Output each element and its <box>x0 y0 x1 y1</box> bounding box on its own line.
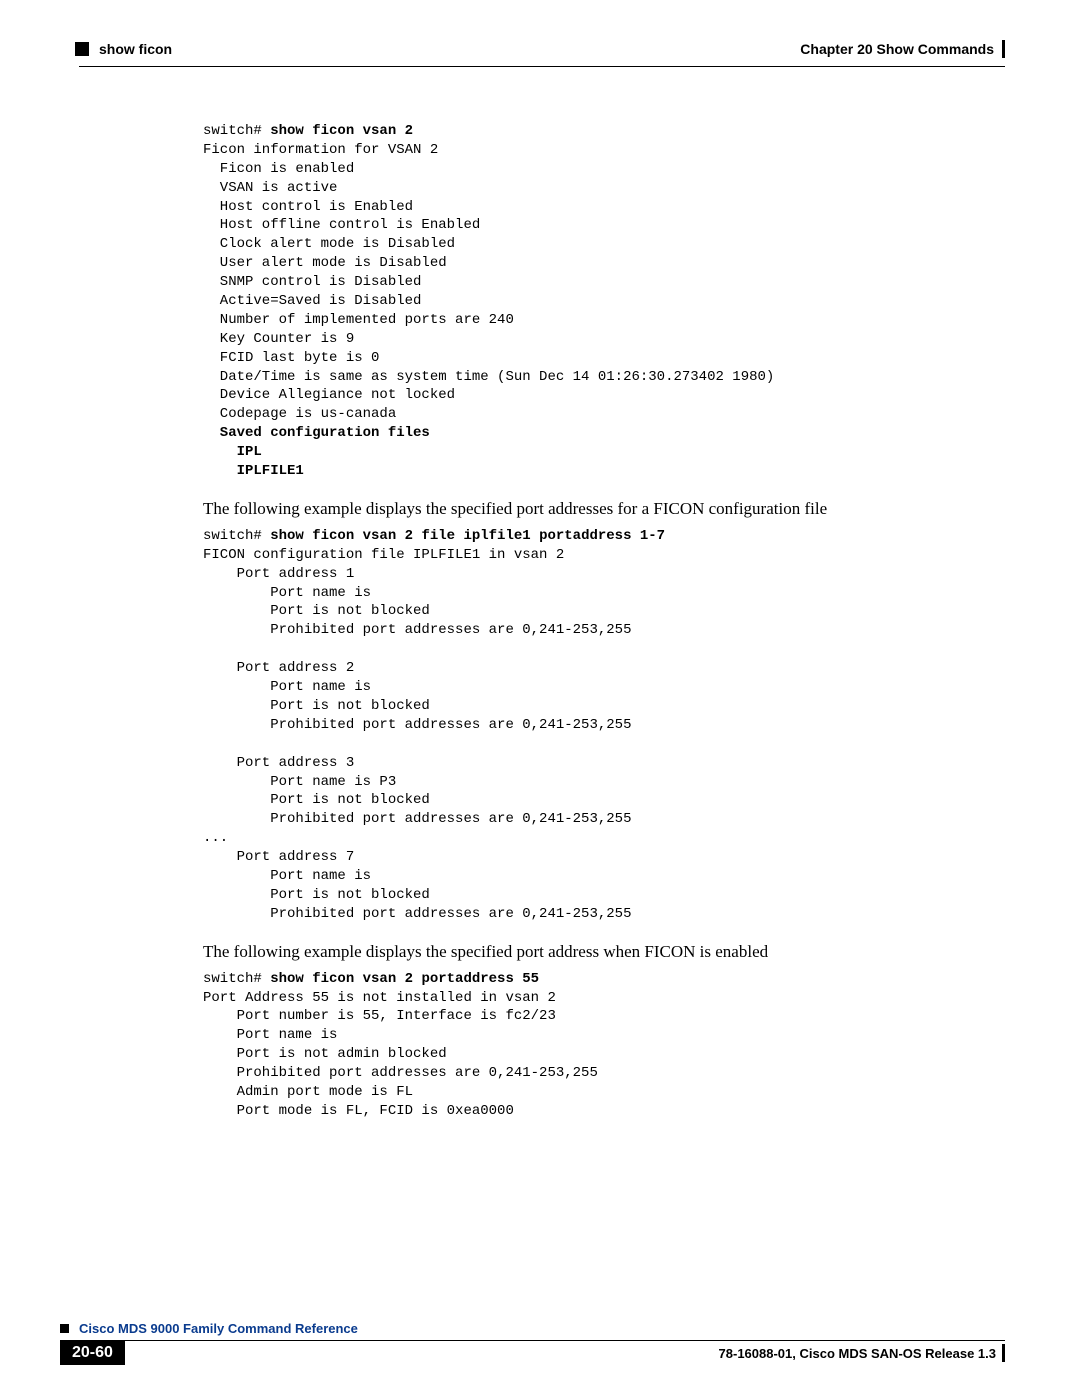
header-chapter: Chapter 20 Show Commands <box>800 41 994 57</box>
prompt: switch# <box>203 123 270 139</box>
saved-config-items: IPL IPLFILE1 <box>203 444 304 479</box>
command: show ficon vsan 2 portaddress 55 <box>270 971 539 987</box>
code-block-1: switch# show ficon vsan 2 Ficon informat… <box>203 122 995 481</box>
page-header: show ficon Chapter 20 Show Commands <box>75 40 1005 58</box>
output-lines: Port Address 55 is not installed in vsan… <box>203 990 598 1119</box>
release-info: 78-16088-01, Cisco MDS SAN-OS Release 1.… <box>719 1346 996 1361</box>
footer-vbar-icon <box>1002 1344 1005 1362</box>
command: show ficon vsan 2 <box>270 123 413 139</box>
page-number: 20-60 <box>60 1341 125 1365</box>
header-marker-icon <box>75 42 89 56</box>
prompt: switch# <box>203 971 270 987</box>
paragraph-2: The following example displays the speci… <box>203 942 995 962</box>
header-section: show ficon <box>99 41 172 57</box>
code-block-2: switch# show ficon vsan 2 file iplfile1 … <box>203 527 995 924</box>
saved-config-header: Saved configuration files <box>203 425 430 441</box>
prompt: switch# <box>203 528 270 544</box>
footer-title: Cisco MDS 9000 Family Command Reference <box>79 1321 358 1336</box>
output-lines: FICON configuration file IPLFILE1 in vsa… <box>203 547 631 922</box>
header-divider <box>79 66 1005 67</box>
header-vbar-icon <box>1002 40 1005 58</box>
footer-marker-icon <box>60 1324 69 1333</box>
code-block-3: switch# show ficon vsan 2 portaddress 55… <box>203 970 995 1121</box>
paragraph-1: The following example displays the speci… <box>203 499 995 519</box>
page-footer: Cisco MDS 9000 Family Command Reference … <box>60 1321 1005 1365</box>
command: show ficon vsan 2 file iplfile1 portaddr… <box>270 528 665 544</box>
content-area: switch# show ficon vsan 2 Ficon informat… <box>203 122 995 1121</box>
output-lines: Ficon information for VSAN 2 Ficon is en… <box>203 142 774 422</box>
